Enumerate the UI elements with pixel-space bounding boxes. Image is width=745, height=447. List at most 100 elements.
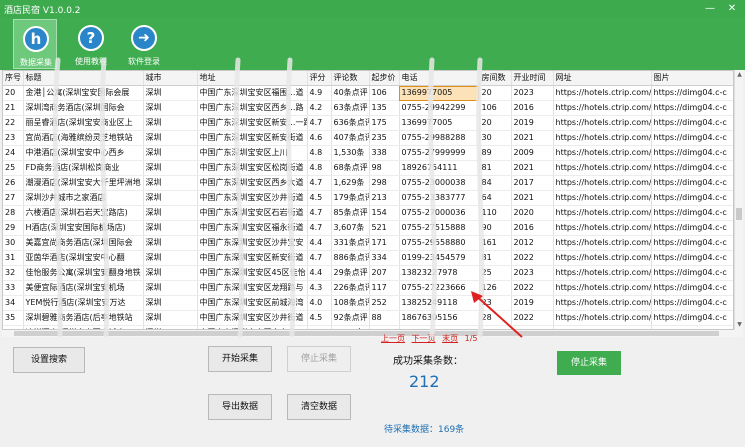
table-cell[interactable]: 4.7 [307,220,332,237]
table-cell[interactable]: 18676305156 [399,310,480,327]
table-cell[interactable]: 中国广东深圳宝安区龙翔路与 [197,280,308,297]
table-cell[interactable]: 33 [3,280,24,297]
table-cell[interactable]: https://hotels.ctrip.com/h [553,145,652,162]
table-cell[interactable]: 2021 [511,160,554,177]
scroll-up-icon[interactable]: ▲ [735,70,744,80]
table-cell[interactable]: 金港│公寓(深圳宝安国际会展 [23,85,144,102]
table-cell[interactable]: 213 [369,190,400,207]
table-cell[interactable]: 深圳 [143,280,198,297]
table-cell[interactable]: 98 [369,160,400,177]
table-cell[interactable]: 81 [479,250,512,267]
table-cell[interactable]: 4.7 [307,250,332,267]
table-cell[interactable]: 深圳碧雅商务酒店(后亭地铁站 [23,310,144,327]
table-cell[interactable]: https://hotels.ctrip.com/h [553,160,652,177]
table-row[interactable]: 24 中港酒店(深圳宝安中心西乡 深圳 中国广东深圳宝安区上川 4.8 1,530条 338… [3,145,733,162]
table-cell[interactable]: 161 [479,235,512,252]
table-cell[interactable]: 110 [479,205,512,222]
table-cell[interactable]: 4.5 [307,190,332,207]
table-cell[interactable]: 84 [479,175,512,192]
table-cell[interactable]: 171 [369,235,400,252]
table-cell[interactable]: 235 [369,130,400,147]
table-cell[interactable]: https://dimg04.c-c [651,175,733,192]
table-cell[interactable]: 117 [369,280,400,297]
table-cell[interactable]: https://dimg04.c-c [651,145,733,162]
table-cell[interactable]: 106 [369,85,400,102]
table-cell[interactable]: 18926754111 [399,160,480,177]
table-cell[interactable]: 0755-23000038 [399,175,480,192]
table-cell[interactable]: 深圳 [143,205,198,222]
table-cell[interactable]: 135 [369,100,400,117]
table-cell[interactable]: 20 [479,115,512,132]
table-cell[interactable]: 13825249118 [399,295,480,312]
table-row[interactable]: 21 深圳湾商务酒店(深圳国际会 深圳 中国广东深圳宝安区西乡…路 4.2 63条点评 13… [3,100,733,117]
table-row[interactable]: 32 佳怡服务公寓(深圳宝安翻身地铁 深圳 中国广东深圳宝安区45区佳怡 4.4 29条点… [3,265,733,282]
table-cell[interactable]: 深圳 [143,250,198,267]
table-cell[interactable]: 深圳 [143,175,198,192]
table-cell[interactable]: 63条点评 [331,100,370,117]
scroll-thumb[interactable] [14,331,719,336]
table-cell[interactable]: https://dimg04.c-c [651,160,733,177]
table-cell[interactable]: 35 [3,310,24,327]
table-cell[interactable]: 中国广东深圳宝安区前城海湾 [197,295,308,312]
table-cell[interactable]: 2019 [511,295,554,312]
scroll-down-icon[interactable]: ▼ [735,320,744,330]
table-cell[interactable]: 潮漫酒店(深圳宝安大仟里坪洲地 [23,175,144,192]
table-cell[interactable]: 2016 [511,220,554,237]
table-cell[interactable]: 32 [3,265,24,282]
table-cell[interactable]: 1369977005 [399,85,480,102]
data-grid[interactable]: 序号 标题 城市 地址 评分 评论数 起步价 电话 房间数 开业时间 网址 图片… [2,70,734,330]
table-cell[interactable]: 深圳 [143,190,198,207]
table-row[interactable]: 29 H酒店(深圳宝安国际机场店) 深圳 中国广东深圳宝安区福永街道 4.7 3,607条… [3,220,733,237]
table-cell[interactable]: 28 [479,310,512,327]
table-cell[interactable]: 26 [3,175,24,192]
table-cell[interactable]: 深圳 [143,115,198,132]
table-cell[interactable]: 2012 [511,235,554,252]
table-cell[interactable]: YEM悦行酒店(深圳宝安万达 [23,295,144,312]
table-cell[interactable]: 29条点评 [331,265,370,282]
tool-login[interactable]: ➜ 软件登录 [122,19,166,69]
table-cell[interactable]: 126 [479,280,512,297]
column-header[interactable]: 电话 [399,71,480,87]
table-cell[interactable]: 25 [479,265,512,282]
table-cell[interactable]: 34 [3,295,24,312]
table-cell[interactable]: 4.7 [307,115,332,132]
table-cell[interactable]: 0755-27000036 [399,205,480,222]
table-cell[interactable]: 4.5 [307,310,332,327]
tool-data-collect[interactable]: h 数据采集 [13,19,57,69]
table-cell[interactable]: https://hotels.ctrip.com/h [553,130,652,147]
table-cell[interactable]: https://hotels.ctrip.com/h [553,190,652,207]
table-cell[interactable]: 31 [3,250,24,267]
table-cell[interactable]: https://dimg04.c-c [651,220,733,237]
table-cell[interactable]: 4.7 [307,205,332,222]
table-cell[interactable]: 深圳 [143,100,198,117]
table-cell[interactable]: 4.6 [307,130,332,147]
column-header[interactable]: 城市 [143,71,198,87]
close-button[interactable]: ✕ [725,2,739,16]
table-cell[interactable]: https://dimg04.c-c [651,100,733,117]
table-cell[interactable]: 521 [369,220,400,237]
table-cell[interactable]: 中国广东深圳宝安区福永街道 [197,220,308,237]
table-cell[interactable]: https://hotels.ctrip.com/h [553,265,652,282]
horizontal-scrollbar[interactable] [2,330,743,337]
table-cell[interactable]: 中国广东深圳宝安区沙井街道 [197,310,308,327]
table-cell[interactable]: 中国广东深圳宝安区石岩街道 [197,205,308,222]
table-cell[interactable]: 20 [479,85,512,102]
table-cell[interactable]: 中国广东深圳宝安区福围…道 [197,85,308,102]
table-cell[interactable]: 美嘉宜尚商务酒店(深圳国际会 [23,235,144,252]
table-cell[interactable]: https://hotels.ctrip.com/h [553,100,652,117]
stop-collect-button[interactable]: 停止采集 [557,351,621,375]
table-cell[interactable]: 88 [369,310,400,327]
table-cell[interactable]: 深圳 [143,145,198,162]
next-page-link[interactable]: 下一页 [412,334,436,343]
table-cell[interactable]: 2021 [511,190,554,207]
scroll-thumb[interactable] [736,208,742,220]
table-cell[interactable]: 4.4 [307,235,332,252]
table-cell[interactable]: https://hotels.ctrip.com/h [553,235,652,252]
table-cell[interactable]: 中国广东深圳宝安区沙井街道 [197,190,308,207]
table-cell[interactable]: 2021 [511,130,554,147]
table-cell[interactable]: 2022 [511,280,554,297]
table-cell[interactable]: 179条点评 [331,190,370,207]
table-cell[interactable]: 25 [3,160,24,177]
column-header[interactable]: 网址 [553,71,652,87]
table-cell[interactable]: 68条点评 [331,160,370,177]
